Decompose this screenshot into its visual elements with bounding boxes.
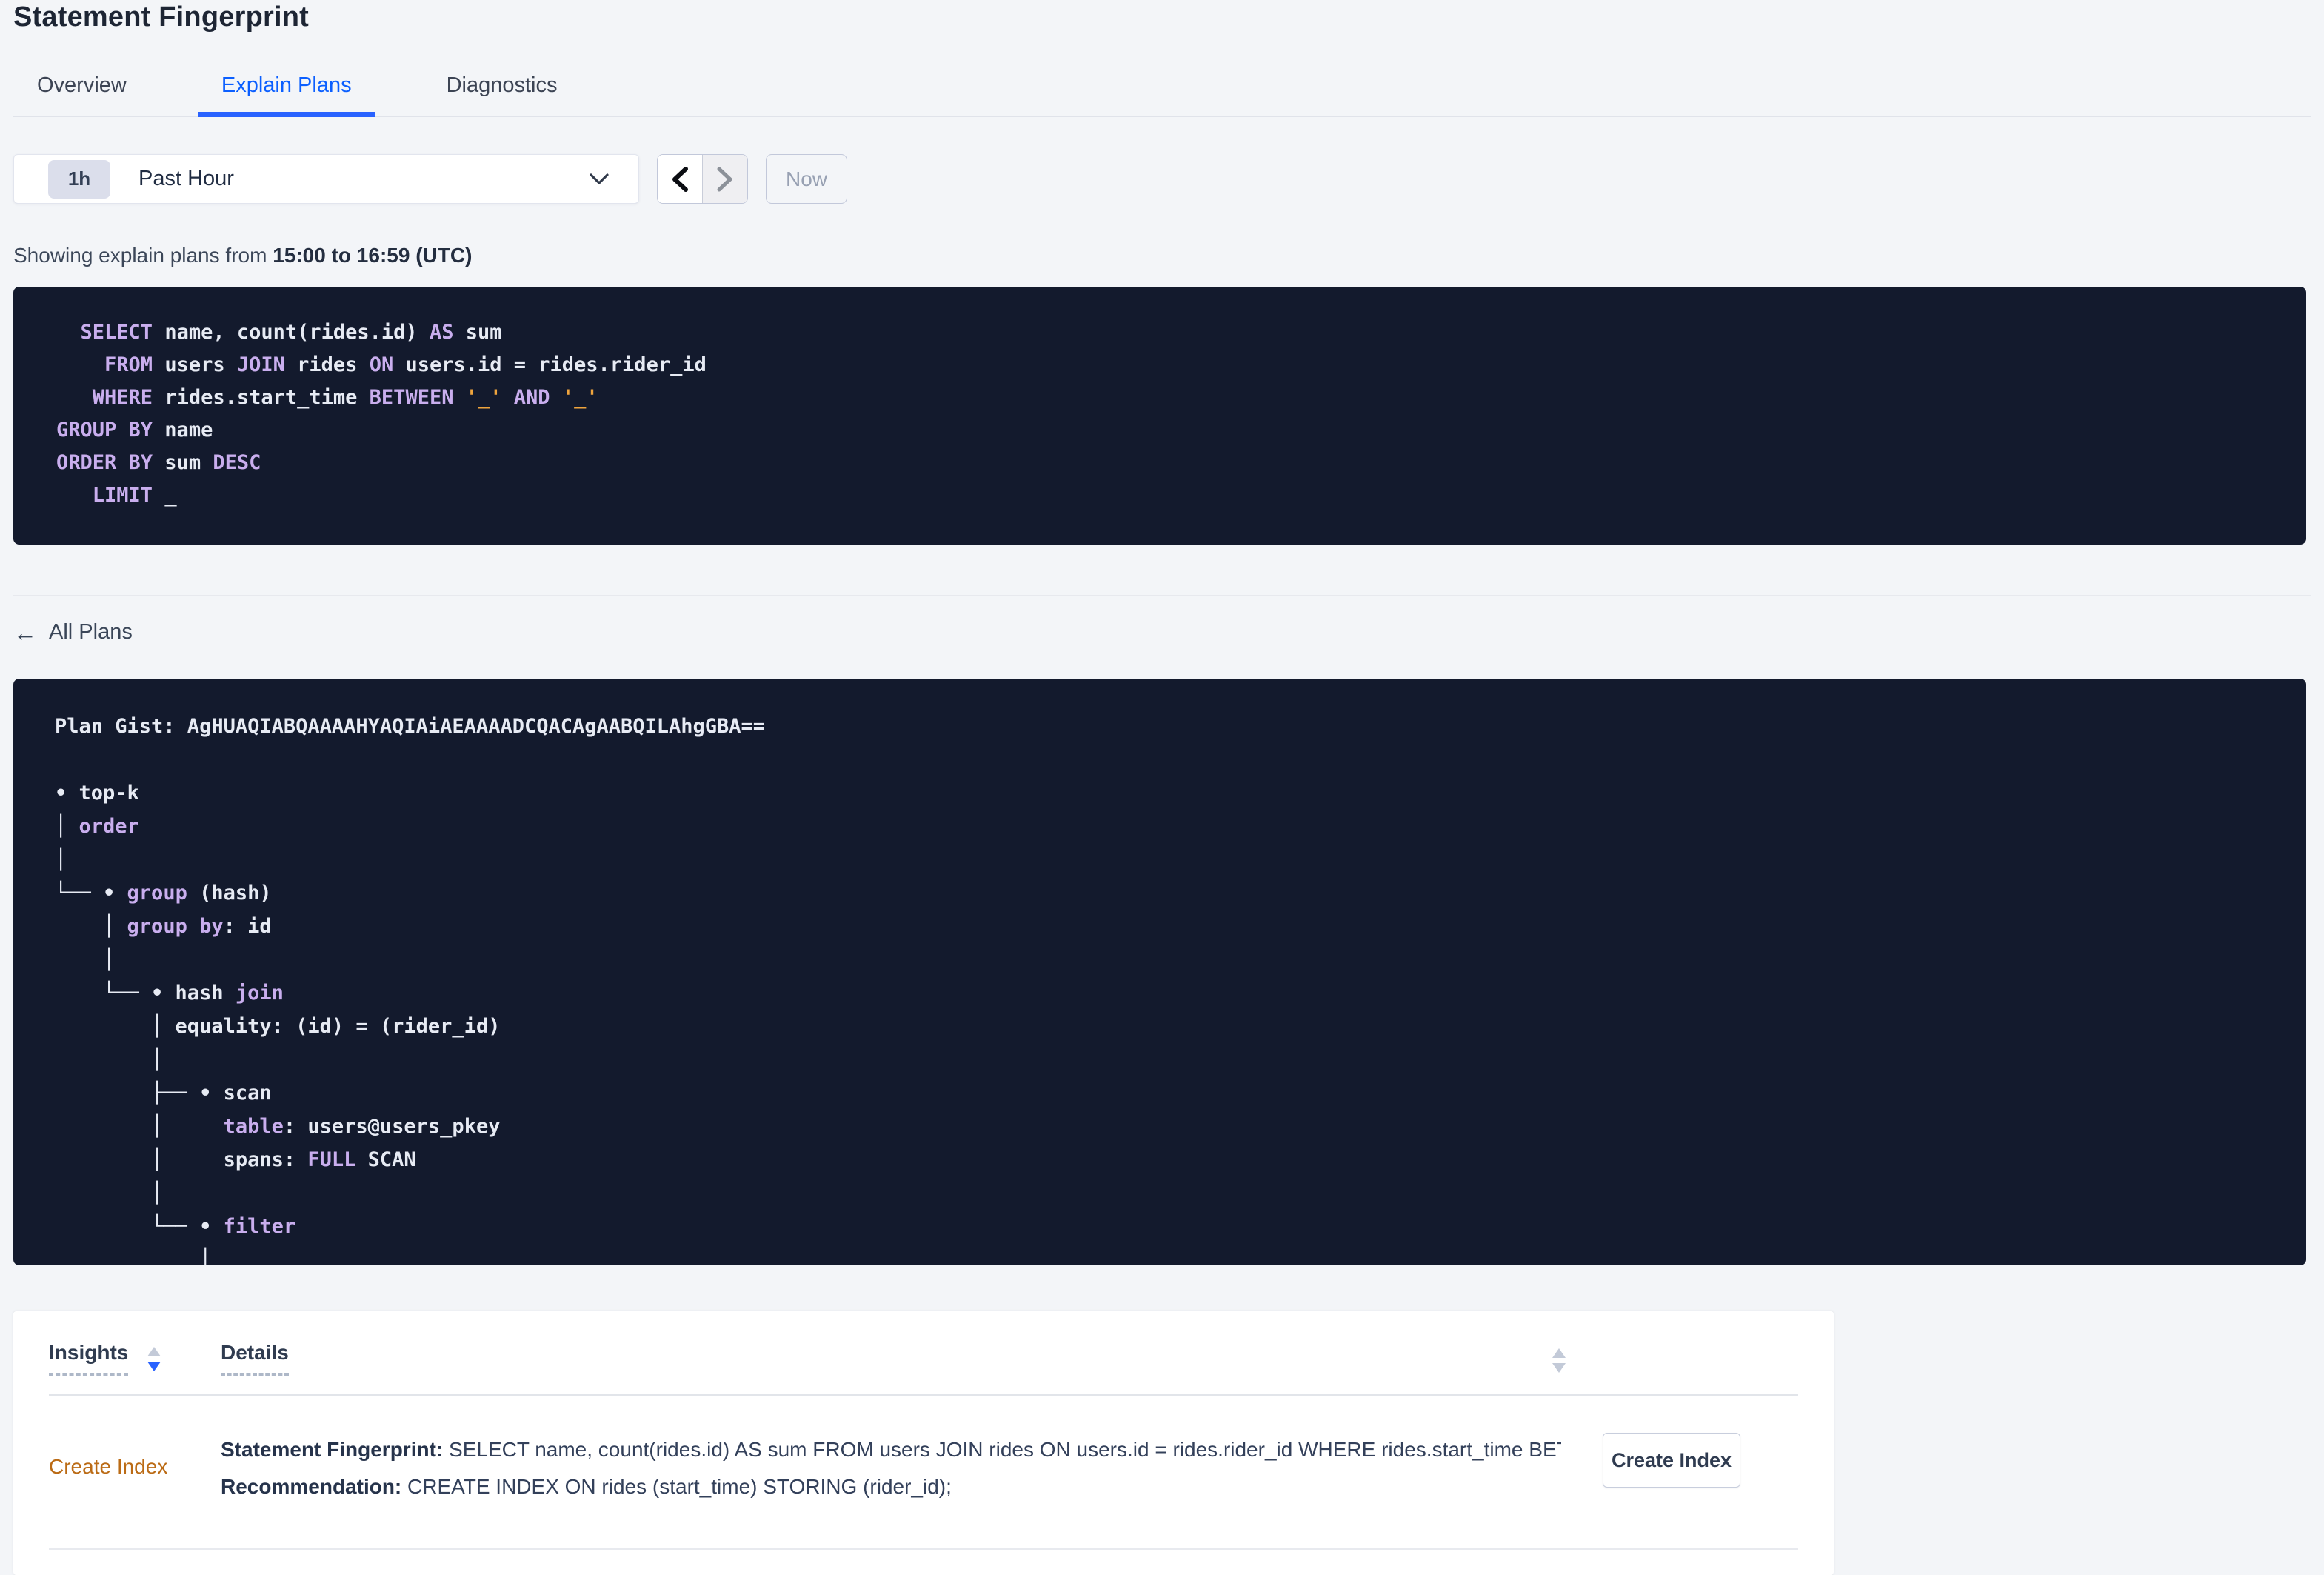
- statement-fingerprint-label: Statement Fingerprint:: [221, 1438, 444, 1461]
- sort-asc-icon: [1552, 1348, 1566, 1358]
- recommendation-line: Recommendation: CREATE INDEX ON rides (s…: [221, 1468, 1561, 1505]
- all-plans-back-link[interactable]: ← All Plans: [13, 620, 133, 645]
- statement-sql-block: SELECT name, count(rides.id) AS sum FROM…: [13, 287, 2306, 545]
- previous-time-range-button[interactable]: [658, 155, 703, 203]
- now-button[interactable]: Now: [766, 154, 847, 204]
- statement-fingerprint-line: Statement Fingerprint: SELECT name, coun…: [221, 1431, 1561, 1468]
- tab-diagnostics[interactable]: Diagnostics: [423, 73, 581, 116]
- page-title: Statement Fingerprint: [13, 1, 310, 33]
- time-interval-badge: 1h: [48, 159, 110, 199]
- next-time-range-button[interactable]: [703, 155, 747, 203]
- insight-type-link[interactable]: Create Index: [49, 1455, 221, 1479]
- statement-fingerprint-text: SELECT name, count(rides.id) AS sum FROM…: [443, 1438, 1561, 1461]
- time-range-label: Past Hour: [138, 167, 234, 190]
- tab-explain-plans[interactable]: Explain Plans: [197, 73, 375, 117]
- sort-arrows-insights[interactable]: [147, 1347, 161, 1371]
- column-header-details[interactable]: Details: [221, 1341, 289, 1376]
- recommendation-text: CREATE INDEX ON rides (start_time) STORI…: [401, 1475, 952, 1498]
- plan-gist-block: Plan Gist: AgHUAQIABQAAAAHYAQIAiAEAAAADC…: [13, 679, 2306, 1265]
- insights-table-header: Insights Details: [49, 1311, 1798, 1396]
- all-plans-label: All Plans: [49, 620, 133, 644]
- insight-details: Statement Fingerprint: SELECT name, coun…: [221, 1431, 1798, 1505]
- back-arrow-icon: ←: [13, 619, 37, 646]
- tab-bar: Overview Explain Plans Diagnostics: [13, 73, 2311, 117]
- chevron-right-icon: [717, 167, 733, 192]
- time-range-select[interactable]: 1h Past Hour: [13, 154, 639, 204]
- tab-overview[interactable]: Overview: [13, 73, 150, 116]
- time-step-buttons: [657, 154, 748, 204]
- create-index-button[interactable]: Create Index: [1603, 1433, 1740, 1488]
- column-header-insights[interactable]: Insights: [49, 1341, 129, 1376]
- showing-prefix: Showing explain plans from: [13, 244, 273, 267]
- sort-arrows-details[interactable]: [1552, 1348, 1566, 1373]
- chevron-down-icon: [590, 173, 609, 185]
- time-controls: 1h Past Hour Now: [13, 154, 2311, 204]
- showing-range-text: Showing explain plans from 15:00 to 16:5…: [13, 244, 2311, 267]
- insights-card: Insights Details Create Index Statement …: [13, 1311, 1834, 1575]
- recommendation-label: Recommendation:: [221, 1475, 402, 1498]
- table-row: Create Index Statement Fingerprint: SELE…: [49, 1396, 1798, 1550]
- divider: [13, 595, 2311, 596]
- sort-asc-icon: [147, 1347, 161, 1356]
- sort-desc-icon: [1552, 1363, 1566, 1373]
- chevron-left-icon: [672, 166, 688, 192]
- sort-desc-icon: [147, 1362, 161, 1371]
- showing-range-bold: 15:00 to 16:59 (UTC): [273, 244, 473, 267]
